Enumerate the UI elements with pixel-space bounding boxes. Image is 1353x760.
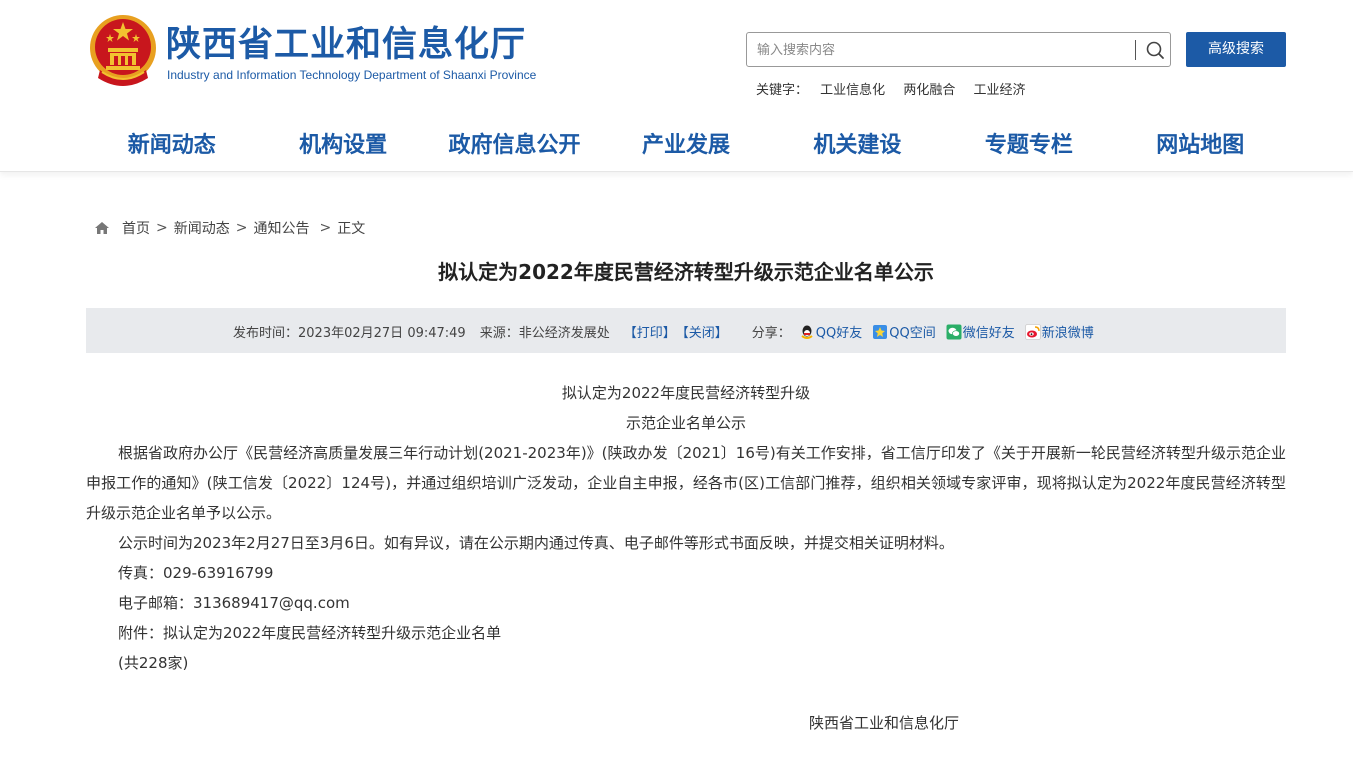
home-icon[interactable] (94, 220, 110, 236)
site-subtitle-en: Industry and Information Technology Depa… (167, 68, 537, 82)
advanced-search-button[interactable]: 高级搜索 (1186, 32, 1286, 67)
nav-item-topics[interactable]: 专题专栏 (943, 128, 1114, 164)
search-divider (1135, 40, 1136, 60)
breadcrumb-current: 正文 (337, 221, 366, 237)
share-qq-friends-label: QQ好友 (815, 326, 863, 341)
article-heading-line: 拟认定为2022年度民营经济转型升级 (561, 384, 811, 402)
publish-time: 2023年02月27日 09:47:49 (298, 326, 466, 341)
publish-time-label: 发布时间： (233, 326, 299, 341)
breadcrumb-notice[interactable]: 通知公告 (253, 218, 309, 238)
article-body: 拟认定为2022年度民营经济转型升级 示范企业名单公示 根据省政府办公厅《民营经… (86, 378, 1286, 678)
nav-item-gov-info[interactable]: 政府信息公开 (429, 128, 600, 164)
article-title: 拟认定为2022年度民营经济转型升级示范企业名单公示 (438, 260, 934, 284)
article-heading-line: 示范企业名单公示 (625, 414, 746, 432)
keyword-link[interactable]: 工业信息化 (820, 83, 885, 98)
nav-item-party-building[interactable]: 机关建设 (772, 128, 943, 164)
keyword-link[interactable]: 工业经济 (973, 83, 1025, 98)
source-label: 来源： (479, 326, 519, 341)
site-title[interactable]: 陕西省工业和信息化厅 (166, 16, 526, 67)
share-qzone[interactable]: QQ空间 (872, 322, 936, 341)
search-box (746, 32, 1171, 67)
qq-icon (801, 325, 813, 339)
share-weibo[interactable]: 新浪微博 (1024, 322, 1094, 341)
nav-item-news[interactable]: 新闻动态 (86, 128, 257, 164)
article-paragraph: 公示时间为2023年2月27日至3月6日。如有异议，请在公示期内通过传真、电子邮… (118, 534, 954, 552)
source: 非公经济发展处 (518, 326, 610, 341)
search-keywords: 关键字： 工业信息化 两化融合 工业经济 (756, 79, 1039, 98)
main-nav: 新闻动态 机构设置 政府信息公开 产业发展 机关建设 专题专栏 网站地图 (86, 128, 1286, 164)
print-link[interactable]: 【打印】 (624, 322, 676, 341)
share-wechat[interactable]: 微信好友 (946, 322, 1015, 341)
share-wechat-label: 微信好友 (962, 326, 1015, 341)
site-header: 陕西省工业和信息化厅 Industry and Information Tech… (0, 0, 1353, 172)
breadcrumb: 首页 > 新闻动态 > 通知公告 > 正文 (94, 218, 365, 238)
qzone-icon (873, 324, 888, 339)
article-paragraph: 根据省政府办公厅《民营经济高质量发展三年行动计划(2021-2023年)》(陕政… (86, 444, 1286, 522)
nav-item-organization[interactable]: 机构设置 (257, 128, 428, 164)
article-signature: 陕西省工业和信息化厅 (809, 714, 960, 732)
breadcrumb-separator: > (319, 220, 332, 236)
fax-line: 传真：029-63916799 (118, 564, 274, 582)
breadcrumb-home[interactable]: 首页 (122, 218, 150, 238)
email-line: 电子邮箱：313689417@qq.com (118, 594, 350, 612)
breadcrumb-news[interactable]: 新闻动态 (174, 218, 230, 238)
breadcrumb-separator: > (156, 220, 168, 236)
close-link[interactable]: 【关闭】 (676, 322, 728, 341)
keywords-label: 关键字： (756, 83, 809, 98)
keyword-link[interactable]: 两化融合 (903, 83, 955, 98)
search-icon[interactable] (1139, 34, 1171, 66)
wechat-icon (946, 324, 962, 339)
article-meta-bar: 发布时间： 2023年02月27日 09:47:49 来源： 非公经济发展处 【… (86, 308, 1286, 353)
attachment-count: (共228家) (118, 654, 189, 672)
share-weibo-label: 新浪微博 (1041, 326, 1094, 341)
share-qq-friends[interactable]: QQ好友 (799, 322, 862, 341)
share-label: 分享： (751, 326, 791, 341)
share-qzone-label: QQ空间 (889, 326, 936, 341)
attachment-line[interactable]: 附件：拟认定为2022年度民营经济转型升级示范企业名单 (86, 618, 1286, 648)
breadcrumb-separator: > (235, 220, 248, 236)
nav-item-industry[interactable]: 产业发展 (600, 128, 771, 164)
weibo-icon (1024, 323, 1041, 340)
national-emblem-icon[interactable] (88, 12, 158, 88)
search-input[interactable] (757, 39, 1127, 61)
nav-item-sitemap[interactable]: 网站地图 (1115, 128, 1286, 164)
